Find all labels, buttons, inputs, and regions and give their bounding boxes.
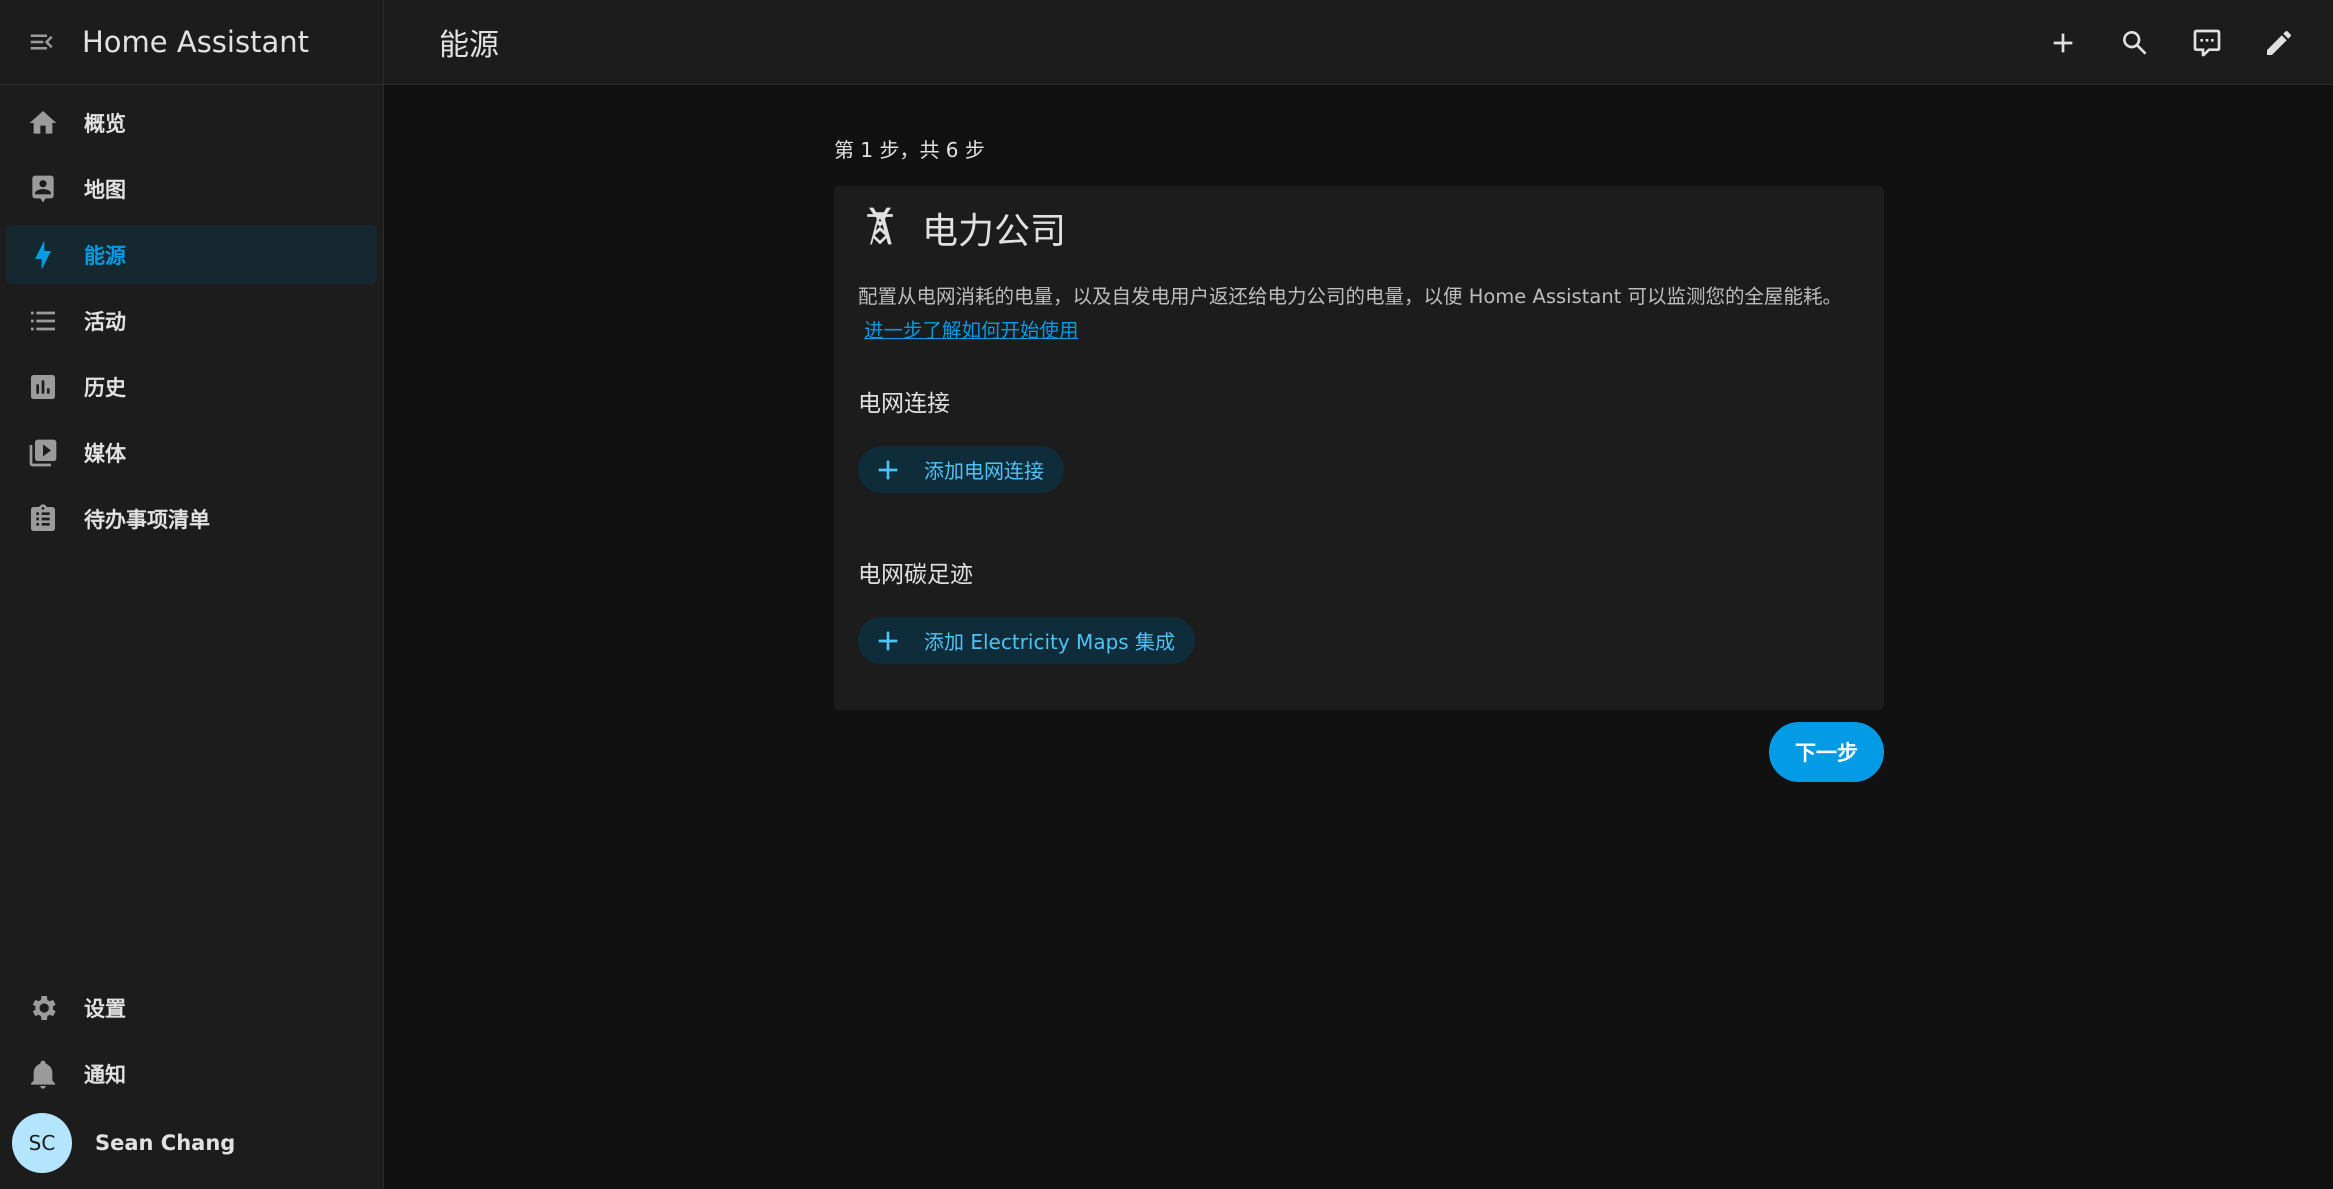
sidebar-item-history[interactable]: 历史: [6, 357, 377, 416]
plus-icon[interactable]: [2039, 19, 2087, 67]
sidebar-item-label: 待办事项清单: [84, 507, 210, 532]
user-name: Sean Chang: [95, 1131, 236, 1155]
sidebar-item-media[interactable]: 媒体: [6, 423, 377, 482]
top-bar-actions: [2015, 0, 2303, 85]
sidebar-header: Home Assistant: [0, 0, 383, 85]
card-description: 配置从电网消耗的电量，以及自发电用户返还给电力公司的电量，以便 Home Ass…: [858, 280, 1860, 348]
add-electricity-maps-button[interactable]: 添加 Electricity Maps 集成: [858, 617, 1196, 664]
add-electricity-maps-label: 添加 Electricity Maps 集成: [924, 630, 1176, 654]
map-person-icon: [26, 172, 60, 206]
play-box-multiple-icon: [26, 436, 60, 470]
sidebar-item-label: 设置: [84, 996, 126, 1021]
sidebar-item-label: 能源: [84, 243, 126, 268]
sidebar-item-label: 媒体: [84, 441, 126, 466]
next-button[interactable]: 下一步: [1769, 722, 1884, 782]
search-icon[interactable]: [2111, 19, 2159, 67]
home-icon: [26, 106, 60, 140]
plus-icon: [878, 460, 898, 479]
sidebar-nav: 概览 地图 能源 活动 历史 媒体 待办事项清单: [0, 93, 383, 555]
plus-icon: [878, 631, 898, 650]
lightning-bolt-icon: [26, 238, 60, 272]
user-profile[interactable]: SC Sean Chang: [0, 1110, 383, 1176]
sidebar-bottom: 设置 通知 SC Sean Chang: [0, 978, 383, 1176]
app-title: Home Assistant: [82, 25, 309, 59]
sidebar-item-label: 地图: [84, 177, 126, 202]
grid-consumption-card: 电力公司 配置从电网消耗的电量，以及自发电用户返还给电力公司的电量，以便 Hom…: [834, 186, 1884, 710]
sidebar-item-todo[interactable]: 待办事项清单: [6, 489, 377, 548]
wizard-footer: 下一步: [834, 722, 1884, 782]
sidebar-item-label: 历史: [84, 375, 126, 400]
sidebar-item-logbook[interactable]: 活动: [6, 291, 377, 350]
page-title: 能源: [439, 28, 499, 63]
top-bar: 能源: [384, 0, 2333, 85]
sidebar-item-label: 活动: [84, 309, 126, 334]
add-grid-connection-button[interactable]: 添加电网连接: [858, 446, 1064, 493]
menu-collapse-icon[interactable]: [24, 24, 60, 60]
description-text: 配置从电网消耗的电量，以及自发电用户返还给电力公司的电量，以便 Home Ass…: [858, 285, 1843, 308]
card-header: 电力公司: [858, 200, 1860, 256]
clipboard-list-icon: [26, 502, 60, 536]
chart-box-icon: [26, 370, 60, 404]
sidebar-item-overview[interactable]: 概览: [6, 93, 377, 152]
step-indicator: 第 1 步，共 6 步: [834, 138, 985, 162]
transmission-tower-icon: [858, 202, 902, 254]
grid-carbon-heading: 电网碳足迹: [858, 562, 973, 588]
avatar: SC: [12, 1113, 72, 1173]
format-list-icon: [26, 304, 60, 338]
sidebar-item-energy[interactable]: 能源: [6, 225, 377, 284]
sidebar-item-label: 概览: [84, 111, 126, 136]
bell-icon: [26, 1057, 60, 1091]
card-title: 电力公司: [922, 211, 1067, 252]
grid-connection-heading: 电网连接: [858, 391, 950, 417]
sidebar-item-settings[interactable]: 设置: [6, 978, 377, 1037]
gear-icon: [26, 991, 60, 1025]
learn-more-link[interactable]: 进一步了解如何开始使用: [864, 319, 1079, 342]
sidebar-item-notifications[interactable]: 通知: [6, 1044, 377, 1103]
sidebar: Home Assistant 概览 地图 能源 活动 历史 媒体 待办事项清单 …: [0, 0, 384, 1189]
main-content: 第 1 步，共 6 步 电力公司 配置从电网消耗的电量，以及自发电用户返还给电力…: [834, 130, 1884, 782]
sidebar-item-label: 通知: [84, 1062, 126, 1087]
sidebar-item-map[interactable]: 地图: [6, 159, 377, 218]
assist-comment-icon[interactable]: [2183, 19, 2231, 67]
add-grid-connection-label: 添加电网连接: [924, 459, 1044, 483]
pencil-icon[interactable]: [2255, 19, 2303, 67]
